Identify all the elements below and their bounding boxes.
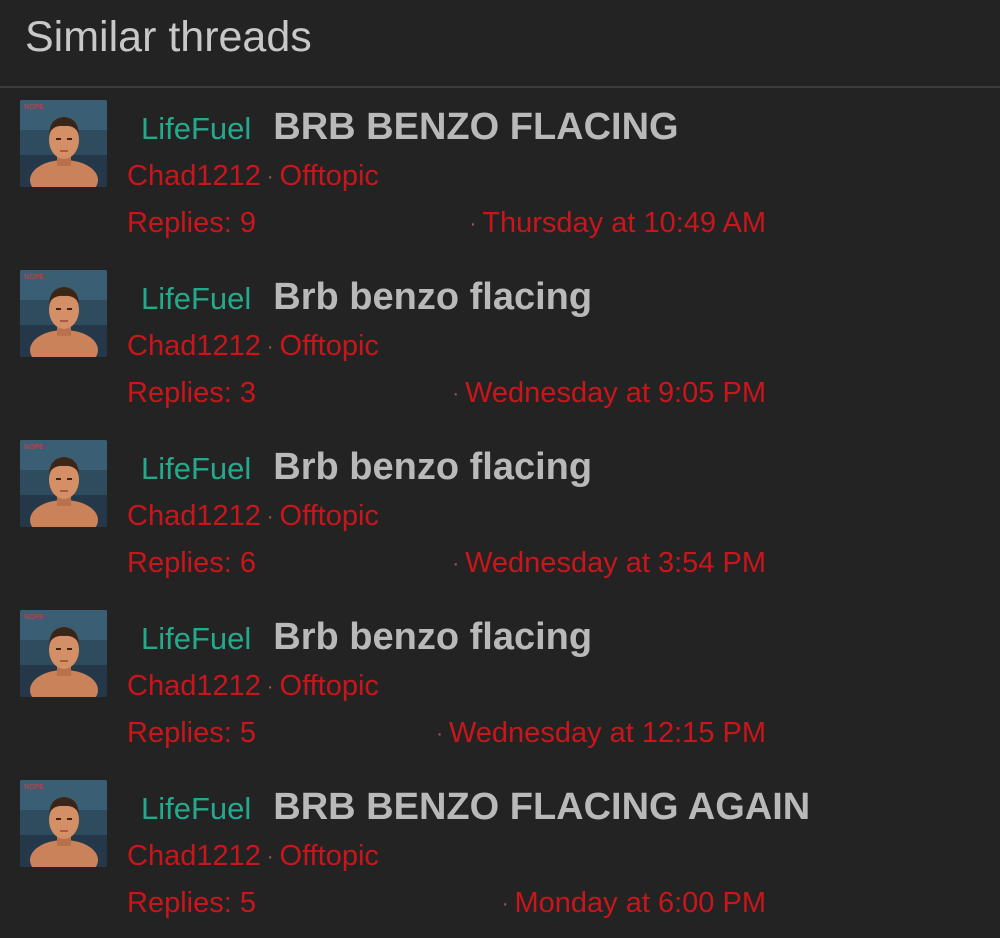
- reply-count: Replies: 3: [127, 377, 256, 409]
- last-post-time: · Wednesday at 12:15 PM: [430, 719, 766, 748]
- thread-title-link[interactable]: BRB BENZO FLACING: [273, 106, 678, 148]
- separator-dot: ·: [501, 893, 509, 916]
- last-post-time: · Monday at 6:00 PM: [496, 889, 766, 918]
- svg-text:NOPE: NOPE: [24, 783, 43, 791]
- last-post-link[interactable]: Wednesday at 12:15 PM: [449, 717, 766, 749]
- thread-meta: Chad1212 · Offtopic: [127, 672, 379, 701]
- thread-title-line: LifeFuel BRB BENZO FLACING: [141, 108, 679, 146]
- svg-text:NOPE: NOPE: [24, 443, 43, 451]
- avatar[interactable]: NOPE: [20, 440, 107, 527]
- reply-count: Replies: 9: [127, 207, 256, 239]
- thread-prefix-label[interactable]: LifeFuel: [141, 451, 251, 486]
- avatar-image: NOPE: [20, 270, 107, 357]
- reply-count: Replies: 6: [127, 547, 256, 579]
- avatar-image: NOPE: [20, 100, 107, 187]
- avatar[interactable]: NOPE: [20, 780, 107, 867]
- thread-prefix-label[interactable]: LifeFuel: [141, 621, 251, 656]
- block-header: Similar threads: [0, 0, 1000, 88]
- separator-dot: ·: [266, 846, 274, 869]
- forum-link[interactable]: Offtopic: [280, 670, 379, 702]
- avatar-image: NOPE: [20, 440, 107, 527]
- last-post-time: · Wednesday at 9:05 PM: [446, 379, 766, 408]
- forum-link[interactable]: Offtopic: [280, 500, 379, 532]
- thread-title-line: LifeFuel Brb benzo flacing: [141, 278, 592, 316]
- separator-dot: ·: [266, 676, 274, 699]
- thread-item: NOPE LifeFuel BRB BENZO FLACING Chad1212 ·…: [0, 88, 1000, 258]
- thread-title-link[interactable]: BRB BENZO FLACING AGAIN: [273, 786, 810, 828]
- thread-meta: Chad1212 · Offtopic: [127, 162, 379, 191]
- svg-text:NOPE: NOPE: [24, 273, 43, 281]
- separator-dot: ·: [436, 723, 443, 746]
- separator-dot: ·: [469, 213, 477, 236]
- thread-title-line: LifeFuel Brb benzo flacing: [141, 618, 592, 656]
- thread-meta: Chad1212 · Offtopic: [127, 842, 379, 871]
- author-link[interactable]: Chad1212: [127, 500, 261, 532]
- last-post-time: · Thursday at 10:49 AM: [464, 209, 766, 238]
- thread-title-link[interactable]: Brb benzo flacing: [273, 446, 592, 488]
- forum-link[interactable]: Offtopic: [280, 160, 379, 192]
- thread-item: NOPE LifeFuel Brb benzo flacing Chad1212 ·…: [0, 428, 1000, 598]
- author-link[interactable]: Chad1212: [127, 160, 261, 192]
- thread-meta: Chad1212 · Offtopic: [127, 332, 379, 361]
- thread-title-line: LifeFuel BRB BENZO FLACING AGAIN: [141, 788, 810, 826]
- author-link[interactable]: Chad1212: [127, 840, 261, 872]
- author-link[interactable]: Chad1212: [127, 670, 261, 702]
- svg-text:NOPE: NOPE: [24, 613, 43, 621]
- avatar[interactable]: NOPE: [20, 270, 107, 357]
- avatar-image: NOPE: [20, 780, 107, 867]
- thread-prefix-label[interactable]: LifeFuel: [141, 791, 251, 826]
- separator-dot: ·: [452, 553, 460, 576]
- reply-count: Replies: 5: [127, 887, 256, 919]
- thread-title-link[interactable]: Brb benzo flacing: [273, 276, 592, 318]
- last-post-link[interactable]: Monday at 6:00 PM: [515, 887, 766, 919]
- block-title: Similar threads: [25, 12, 312, 61]
- reply-count: Replies: 5: [127, 717, 256, 749]
- thread-item: NOPE LifeFuel Brb benzo flacing Chad1212 ·…: [0, 258, 1000, 428]
- thread-meta: Chad1212 · Offtopic: [127, 502, 379, 531]
- thread-item: NOPE LifeFuel BRB BENZO FLACING AGAIN Cha…: [0, 768, 1000, 938]
- last-post-link[interactable]: Wednesday at 9:05 PM: [465, 377, 766, 409]
- separator-dot: ·: [266, 506, 274, 529]
- last-post-link[interactable]: Wednesday at 3:54 PM: [465, 547, 766, 579]
- separator-dot: ·: [452, 383, 460, 406]
- thread-prefix-label[interactable]: LifeFuel: [141, 111, 251, 146]
- separator-dot: ·: [266, 166, 274, 189]
- thread-prefix-label[interactable]: LifeFuel: [141, 281, 251, 316]
- thread-item: NOPE LifeFuel Brb benzo flacing Chad1212 ·…: [0, 598, 1000, 768]
- similar-threads-block: Similar threads NOPE LifeFuel BRB BENZO …: [0, 0, 1000, 918]
- svg-text:NOPE: NOPE: [24, 103, 43, 111]
- separator-dot: ·: [266, 336, 274, 359]
- forum-link[interactable]: Offtopic: [280, 840, 379, 872]
- author-link[interactable]: Chad1212: [127, 330, 261, 362]
- thread-title-link[interactable]: Brb benzo flacing: [273, 616, 592, 658]
- last-post-time: · Wednesday at 3:54 PM: [446, 549, 766, 578]
- avatar[interactable]: NOPE: [20, 610, 107, 697]
- avatar-image: NOPE: [20, 610, 107, 697]
- forum-link[interactable]: Offtopic: [280, 330, 379, 362]
- last-post-link[interactable]: Thursday at 10:49 AM: [482, 207, 766, 239]
- avatar[interactable]: NOPE: [20, 100, 107, 187]
- thread-title-line: LifeFuel Brb benzo flacing: [141, 448, 592, 486]
